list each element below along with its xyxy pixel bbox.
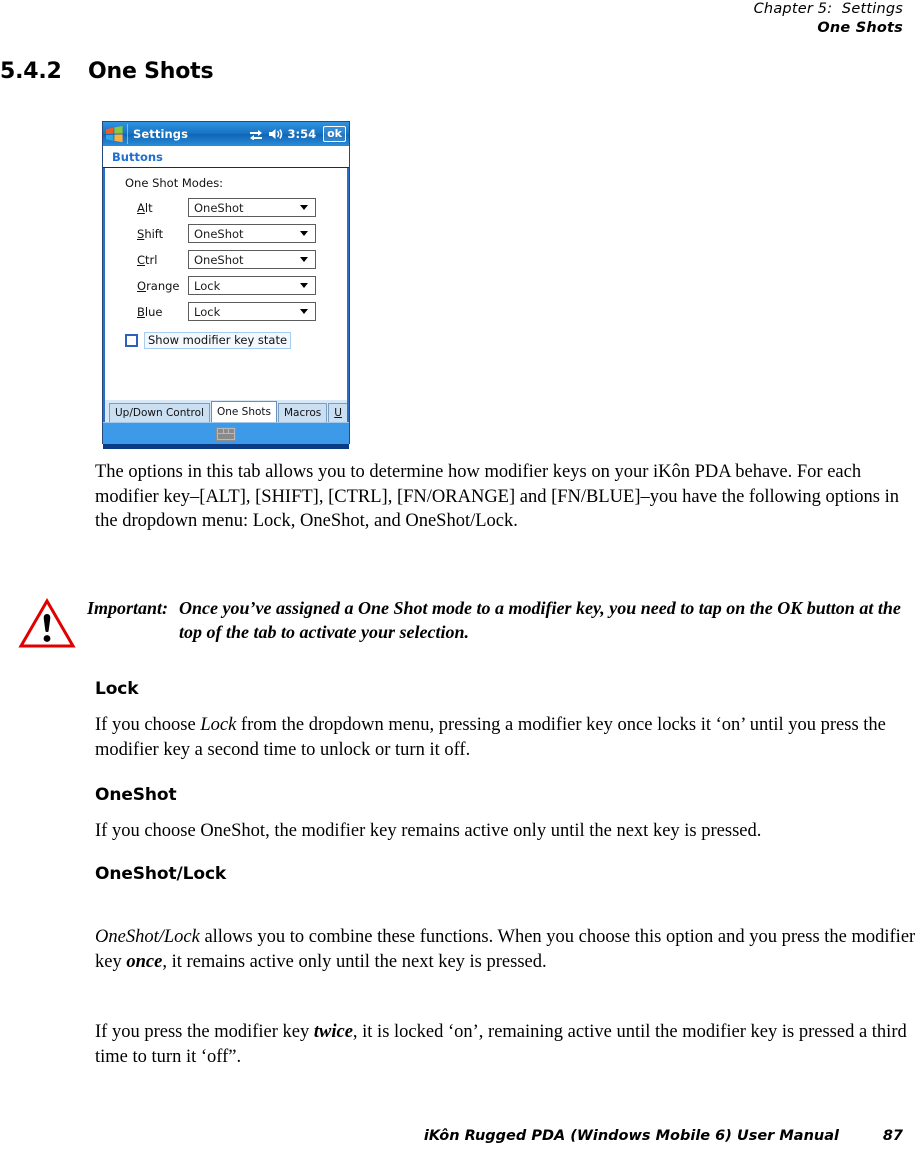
paragraph-oneshot-lock-1: OneShot/Lock allows you to combine these… <box>95 925 915 974</box>
pda-subheader-label: Buttons <box>112 149 163 164</box>
oslock-text-2: , it remains active only until the next … <box>162 951 547 972</box>
tab-truncated[interactable]: U <box>328 403 347 422</box>
label-rest-blue: lue <box>144 304 163 319</box>
combo-shift[interactable]: OneShot <box>188 224 316 243</box>
field-label-blue: Blue <box>137 305 188 319</box>
label-rest-shift: hift <box>144 226 164 241</box>
heading-oneshot-lock: OneShot/Lock <box>95 864 227 884</box>
page-number: 87 <box>882 1128 903 1144</box>
lock-text-italic: Lock <box>200 715 237 735</box>
important-callout-text: Important: Once you’ve assigned a One Sh… <box>87 596 915 644</box>
key-cell <box>218 428 223 433</box>
pda-app-title: Settings <box>133 127 189 141</box>
key-cell-wide <box>218 433 234 439</box>
running-head-section: One Shots <box>817 20 903 36</box>
heading-oneshot: OneShot <box>95 785 177 805</box>
field-row-blue: Blue Lock <box>105 301 347 322</box>
pda-screenshot: Settings 3:54 ok Buttons One Shot Modes:… <box>102 121 350 449</box>
pda-form-body: One Shot Modes: Alt OneShot Shift OneSho… <box>103 168 349 400</box>
combo-value-ctrl: OneShot <box>194 252 244 267</box>
combo-blue[interactable]: Lock <box>188 302 316 321</box>
keyboard-icon[interactable] <box>216 426 236 441</box>
field-row-shift: Shift OneShot <box>105 223 347 244</box>
pda-tab-bar: Up/Down Control One Shots Macros U <box>103 400 349 422</box>
pda-subheader: Buttons <box>103 146 349 168</box>
lock-text-1: If you choose <box>95 715 201 735</box>
section-title: One Shots <box>88 59 214 84</box>
show-modifier-key-state-row[interactable]: Show modifier key state <box>105 332 347 349</box>
warning-triangle-icon <box>18 598 76 648</box>
pda-status-area: 3:54 ok <box>249 126 346 142</box>
chevron-down-icon <box>300 231 308 236</box>
tab-truncated-label: U <box>334 407 342 419</box>
chevron-down-icon <box>300 283 308 288</box>
important-body: Once you’ve assigned a One Shot mode to … <box>179 598 901 642</box>
important-callout: Important: Once you’ve assigned a One Sh… <box>18 596 915 650</box>
tab-up-down-control[interactable]: Up/Down Control <box>109 403 210 422</box>
page-footer: iKôn Rugged PDA (Windows Mobile 6) User … <box>0 1128 915 1144</box>
key-cell <box>229 428 234 433</box>
tab-macros[interactable]: Macros <box>278 403 328 422</box>
key-cell <box>223 428 229 433</box>
paragraph-lock: If you choose Lock from the dropdown men… <box>95 713 915 762</box>
accel-blue: B <box>137 304 145 319</box>
pda-title-bar: Settings 3:54 ok <box>103 122 349 146</box>
page-title: 5.4.2 One Shots <box>0 59 214 84</box>
oslock-once: once <box>126 951 163 972</box>
combo-value-alt: OneShot <box>194 200 244 215</box>
accel-alt: A <box>137 200 145 215</box>
combo-value-blue: Lock <box>194 304 221 319</box>
tab-one-shots[interactable]: One Shots <box>210 401 277 422</box>
speaker-icon[interactable] <box>268 128 283 140</box>
label-rest-ctrl: trl <box>145 252 158 267</box>
paragraph-oneshot: If you choose OneShot, the modifier key … <box>95 821 762 841</box>
oslock2-text-1: If you press the modifier key <box>95 1022 314 1042</box>
important-label: Important: <box>87 598 169 618</box>
accel-ctrl: C <box>137 252 146 267</box>
field-label-ctrl: Ctrl <box>137 253 188 267</box>
field-label-shift: Shift <box>137 227 188 241</box>
section-number: 5.4.2 <box>0 59 62 84</box>
running-head: Chapter 5: Settings One Shots <box>754 0 903 38</box>
chevron-down-icon <box>300 309 308 314</box>
label-rest-orange: range <box>146 278 180 293</box>
chevron-down-icon <box>300 257 308 262</box>
pda-clock: 3:54 <box>287 127 317 141</box>
heading-lock: Lock <box>95 679 139 699</box>
oslock-text-italic: OneShot/Lock <box>95 927 200 947</box>
pda-bottom-edge <box>103 444 349 449</box>
combo-value-shift: OneShot <box>194 226 244 241</box>
label-rest-alt: lt <box>144 200 153 215</box>
field-row-orange: Orange Lock <box>105 275 347 296</box>
field-label-orange: Orange <box>137 279 188 293</box>
windows-flag-icon[interactable] <box>105 125 124 143</box>
field-label-alt: Alt <box>137 201 188 215</box>
group-label: One Shot Modes: <box>125 176 224 190</box>
paragraph-oneshot-lock-2: If you press the modifier key twice, it … <box>95 1020 915 1069</box>
field-row-alt: Alt OneShot <box>105 197 347 218</box>
show-modifier-key-state-checkbox[interactable] <box>125 334 138 347</box>
oslock-twice: twice <box>313 1022 353 1042</box>
show-modifier-key-state-label: Show modifier key state <box>144 332 292 349</box>
footer-title: iKôn Rugged PDA (Windows Mobile 6) User … <box>423 1128 839 1144</box>
connectivity-icon[interactable] <box>249 129 263 140</box>
ok-button[interactable]: ok <box>323 126 346 142</box>
running-head-chapter: Chapter 5: Settings <box>753 1 903 17</box>
chevron-down-icon <box>300 205 308 210</box>
combo-orange[interactable]: Lock <box>188 276 316 295</box>
combo-alt[interactable]: OneShot <box>188 198 316 217</box>
combo-ctrl[interactable]: OneShot <box>188 250 316 269</box>
combo-value-orange: Lock <box>194 278 221 293</box>
pda-sip-bar <box>103 422 349 444</box>
accel-orange: O <box>137 278 147 293</box>
title-separator <box>127 124 128 144</box>
field-row-ctrl: Ctrl OneShot <box>105 249 347 270</box>
intro-paragraph: The options in this tab allows you to de… <box>95 462 899 531</box>
